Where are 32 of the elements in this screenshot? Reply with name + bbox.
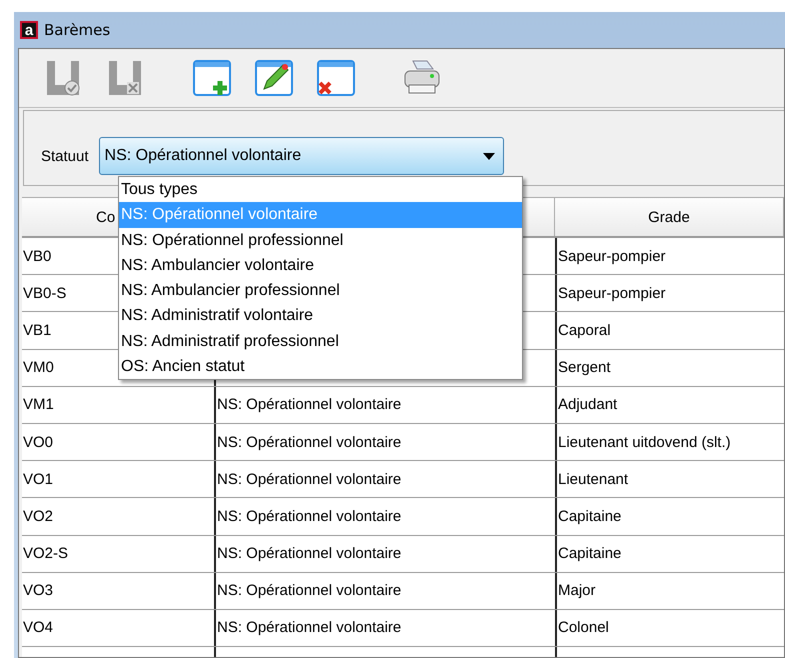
table-cell: Capitaine bbox=[558, 508, 622, 525]
table-cell: NS: Opérationnel volontaire bbox=[217, 470, 402, 488]
table-cell: Sergent bbox=[558, 359, 611, 376]
table-cell: VB1 bbox=[23, 322, 52, 339]
table-cell: VO1 bbox=[23, 470, 54, 488]
table-cell: NS: Opérationnel volontaire bbox=[217, 545, 402, 562]
table-cell: VB0-S bbox=[23, 284, 66, 302]
window-title: Barèmes bbox=[44, 21, 110, 39]
table-cell: NS: Opérationnel volontaire bbox=[217, 582, 402, 600]
table-cell: VM0 bbox=[23, 359, 54, 376]
table-cell: Sapeur-pompier bbox=[558, 248, 666, 265]
table-cell: Colonel bbox=[558, 619, 609, 636]
table-cell: NS: Opérationnel volontaire bbox=[217, 619, 402, 636]
table-cell: VO2 bbox=[23, 508, 54, 525]
statuut-label: Statuut bbox=[41, 148, 89, 164]
table-cell: Lieutenant bbox=[558, 470, 628, 488]
table-cell: Sapeur-pompier bbox=[558, 284, 666, 302]
table-cell: NS: Opérationnel volontaire bbox=[217, 396, 402, 414]
table-cell: Capitaine bbox=[558, 545, 622, 562]
table-cell: VO0 bbox=[23, 434, 54, 451]
table-cell: VO2-S bbox=[23, 545, 68, 562]
table-cell: VO4 bbox=[23, 619, 54, 636]
table-cell: Caporal bbox=[558, 322, 611, 339]
table-cell: NS: Opérationnel volontaire bbox=[217, 434, 402, 451]
app-logo: a bbox=[20, 21, 38, 39]
table-cell: VM1 bbox=[23, 396, 54, 414]
table-cell: VB0 bbox=[23, 248, 52, 265]
table-cell: Lieutenant uitdovend (slt.) bbox=[558, 434, 731, 451]
table-cell: Major bbox=[558, 582, 596, 600]
table-cell: NS: Opérationnel volontaire bbox=[217, 508, 402, 525]
table-cell: Adjudant bbox=[558, 396, 618, 414]
table-cell: VO3 bbox=[23, 582, 54, 600]
